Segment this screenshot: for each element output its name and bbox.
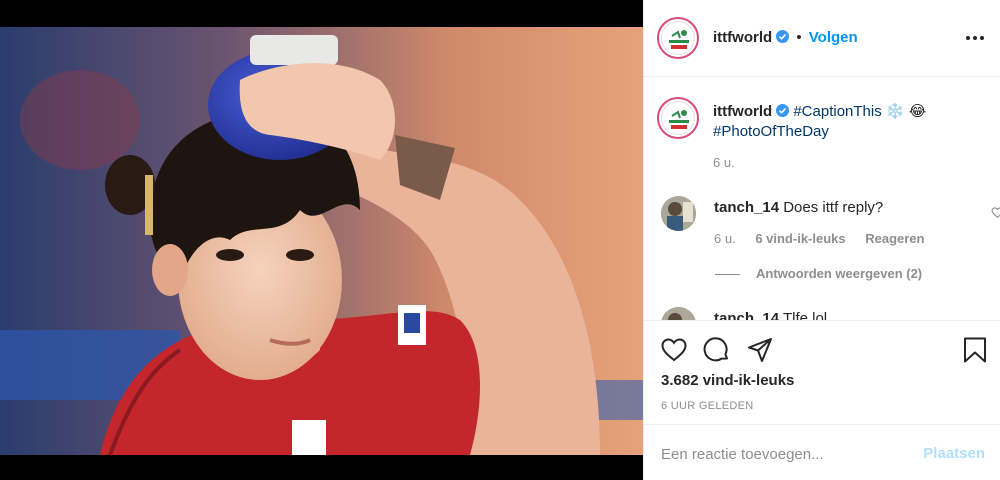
comment-meta: 6 u. 6 vind-ik-leuks Reageren [714,231,941,246]
view-replies-button[interactable]: Antwoorden weergeven (2) [715,266,922,281]
comments-list[interactable]: ittfworld #CaptionThis ❄️ 😂 #PhotoOfTheD… [644,78,1000,320]
post-side-panel: ittfworld • Volgen ittfworld #CaptionThi… [643,0,1000,480]
post-comment-button[interactable]: Plaatsen [923,445,985,462]
ittf-logo-icon [661,21,695,55]
view-replies-label: Antwoorden weergeven (2) [756,266,923,281]
verified-icon [776,30,790,43]
caption-username[interactable]: ittfworld [713,103,772,120]
verified-icon [776,104,790,117]
comment-username[interactable]: tanch_14 [714,199,779,216]
caption-emojis: ❄️ 😂 [885,103,927,120]
post-photo[interactable] [0,0,643,480]
post-header: ittfworld • Volgen [644,0,1000,77]
heart-icon[interactable] [660,336,688,364]
header-account-line: ittfworld • Volgen [713,29,858,46]
replies-divider [715,274,740,276]
comment-text: tanch_14 Tlfe lol [714,310,827,320]
caption-timestamp[interactable]: 6 u. [713,155,735,170]
comment-heart-icon[interactable] [991,206,1000,219]
likes-count[interactable]: 3.682 vind-ik-leuks [661,372,794,389]
share-icon[interactable] [746,336,774,364]
ittf-logo-icon [661,101,695,135]
reply-button[interactable]: Reageren [865,231,924,246]
comment-likes[interactable]: 6 vind-ik-leuks [755,231,845,246]
comment-body: Tlfe lol [782,310,828,320]
photo-image [0,0,643,480]
account-avatar[interactable] [657,17,699,59]
post-actions: 3.682 vind-ik-leuks 6 UUR GELEDEN [644,320,1000,424]
comment-username[interactable]: tanch_14 [714,310,779,320]
bookmark-icon[interactable] [961,336,989,364]
caption-text: ittfworld #CaptionThis ❄️ 😂 #PhotoOfTheD… [713,102,983,142]
comment-timestamp[interactable]: 6 u. [714,231,736,246]
commenter-avatar[interactable] [661,307,696,320]
follow-button[interactable]: Volgen [809,29,858,46]
more-icon[interactable] [965,30,985,46]
hashtag-link[interactable]: #CaptionThis [793,103,881,120]
add-comment-bar: Plaatsen [644,424,1000,480]
post-timestamp[interactable]: 6 UUR GELEDEN [661,400,754,412]
commenter-avatar[interactable] [661,196,696,231]
caption-avatar[interactable] [657,97,699,139]
header-username[interactable]: ittfworld [713,29,772,46]
comment-text: tanch_14 Does ittf reply? [714,199,883,216]
comment-input[interactable] [661,441,911,467]
comment-body: Does ittf reply? [783,199,884,216]
separator-dot: • [796,29,802,46]
hashtag-link[interactable]: #PhotoOfTheDay [713,123,829,140]
comment-icon[interactable] [703,336,731,364]
